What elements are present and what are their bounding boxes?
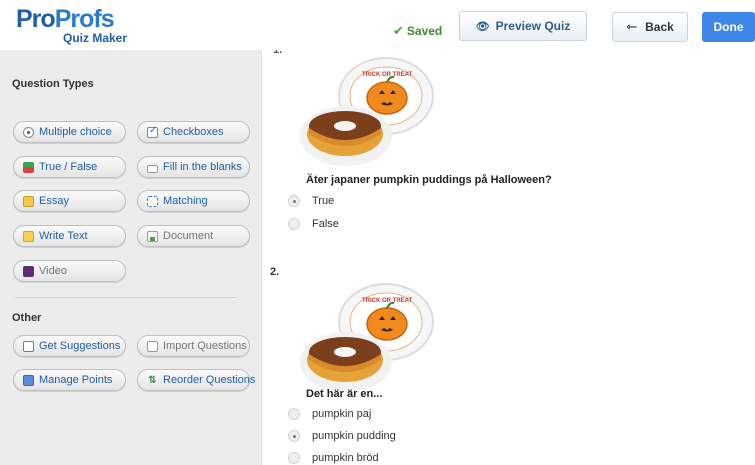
true-false-button[interactable]: True / False xyxy=(13,156,126,178)
eye-icon: 👁 xyxy=(475,20,490,33)
pumpkin-pudding-image: TRICK OR TREAT xyxy=(300,283,434,392)
get-suggestions-label: Get Suggestions xyxy=(39,340,121,352)
essay-label: Essay xyxy=(39,195,69,207)
checkbox-icon xyxy=(147,125,158,138)
option-label: True xyxy=(312,195,335,207)
svg-text:TRICK OR TREAT: TRICK OR TREAT xyxy=(362,298,413,304)
import-questions-label: Import Questions xyxy=(163,340,247,352)
matching-button[interactable]: Matching xyxy=(137,190,250,212)
multiple-choice-label: Multiple choice xyxy=(39,126,112,138)
reorder-questions-label: Reorder Questions xyxy=(163,374,256,386)
write-text-label: Write Text xyxy=(39,230,88,242)
video-icon xyxy=(23,265,34,277)
question-2-text: Det här är en... xyxy=(306,388,383,400)
radio-icon xyxy=(288,195,300,207)
question-1-number: 1. xyxy=(273,50,283,56)
fill-in-the-blanks-button[interactable]: Fill in the blanks xyxy=(137,156,250,178)
multiple-choice-button[interactable]: Multiple choice xyxy=(13,121,126,143)
preview-quiz-button[interactable]: 👁 Preview Quiz xyxy=(459,11,587,41)
question-1-option-false[interactable]: False xyxy=(288,218,339,230)
logo-part-2: Profs xyxy=(54,5,115,33)
question-2-option-paj[interactable]: pumpkin paj xyxy=(288,408,371,420)
import-questions-button[interactable]: Import Questions xyxy=(137,335,250,357)
pumpkin-pudding-image: TRICK OR TREAT xyxy=(300,57,434,166)
checkmark-icon: ✔ xyxy=(393,23,404,38)
video-label: Video xyxy=(39,265,67,277)
back-arrow-icon: ⇽ xyxy=(626,19,638,34)
logo-part-1: Pro xyxy=(16,5,56,33)
option-label: pumpkin pudding xyxy=(312,430,396,442)
svg-text:TRICK OR TREAT: TRICK OR TREAT xyxy=(362,72,413,78)
true-false-icon xyxy=(23,161,34,173)
question-1-text: Äter japaner pumpkin puddings på Hallowe… xyxy=(306,174,552,186)
quiz-preview-area: 1. TRICK OR TREAT Äter japaner pumpkin p… xyxy=(263,50,755,465)
option-label: False xyxy=(312,218,339,230)
true-false-label: True / False xyxy=(39,161,98,173)
option-label: pumpkin bröd xyxy=(312,452,379,464)
question-2-option-pudding[interactable]: pumpkin pudding xyxy=(288,430,396,442)
question-1-option-true[interactable]: True xyxy=(288,195,334,207)
saved-label: Saved xyxy=(406,24,443,38)
checkboxes-button[interactable]: Checkboxes xyxy=(137,121,250,143)
reorder-icon: ⇅ xyxy=(148,374,157,386)
logo-wordmark: ProProfs xyxy=(16,5,115,33)
reorder-questions-button[interactable]: ⇅ Reorder Questions xyxy=(137,369,255,391)
done-button[interactable]: Done xyxy=(702,12,755,42)
manage-points-button[interactable]: Manage Points xyxy=(13,369,126,391)
top-header: ProProfs Quiz Maker ✔ Saved 👁 Preview Qui… xyxy=(0,0,755,50)
question-2-number: 2. xyxy=(270,266,280,278)
question-types-heading: Question Types xyxy=(12,78,94,90)
sidebar-divider xyxy=(15,297,237,298)
radio-icon xyxy=(288,218,300,230)
matching-label: Matching xyxy=(163,195,208,207)
question-types-sidebar: Question Types Multiple choice Checkboxe… xyxy=(0,50,262,465)
manage-points-label: Manage Points xyxy=(39,374,113,386)
points-icon xyxy=(23,374,34,386)
other-heading: Other xyxy=(12,312,42,324)
saved-status: ✔ Saved xyxy=(393,23,442,39)
document-label: Document xyxy=(163,230,214,242)
video-button[interactable]: Video xyxy=(13,260,126,282)
logo-subtitle: Quiz Maker xyxy=(63,31,128,45)
write-text-button[interactable]: Write Text xyxy=(13,225,126,247)
option-label: pumpkin paj xyxy=(312,408,372,420)
fill-blank-icon xyxy=(147,164,158,173)
done-label: Done xyxy=(713,20,744,34)
get-suggestions-button[interactable]: Get Suggestions xyxy=(13,335,126,357)
essay-button[interactable]: Essay xyxy=(13,190,126,212)
proprofs-logo[interactable]: ProProfs Quiz Maker xyxy=(16,5,127,46)
document-icon xyxy=(147,230,158,242)
fill-in-the-blanks-label: Fill in the blanks xyxy=(163,161,242,173)
back-button[interactable]: ⇽ Back xyxy=(612,12,688,42)
radio-icon xyxy=(288,452,300,464)
radio-icon xyxy=(288,430,300,442)
document-button[interactable]: Document xyxy=(137,225,250,247)
back-label: Back xyxy=(645,20,674,34)
radio-icon xyxy=(23,126,34,138)
suggestions-icon xyxy=(23,340,34,352)
import-icon xyxy=(147,340,158,352)
preview-quiz-label: Preview Quiz xyxy=(495,19,571,33)
checkboxes-label: Checkboxes xyxy=(163,126,224,138)
question-2-option-brod[interactable]: pumpkin bröd xyxy=(288,452,379,464)
write-text-icon xyxy=(23,230,34,242)
essay-icon xyxy=(23,195,34,207)
radio-icon xyxy=(288,408,300,420)
matching-icon xyxy=(147,195,158,207)
